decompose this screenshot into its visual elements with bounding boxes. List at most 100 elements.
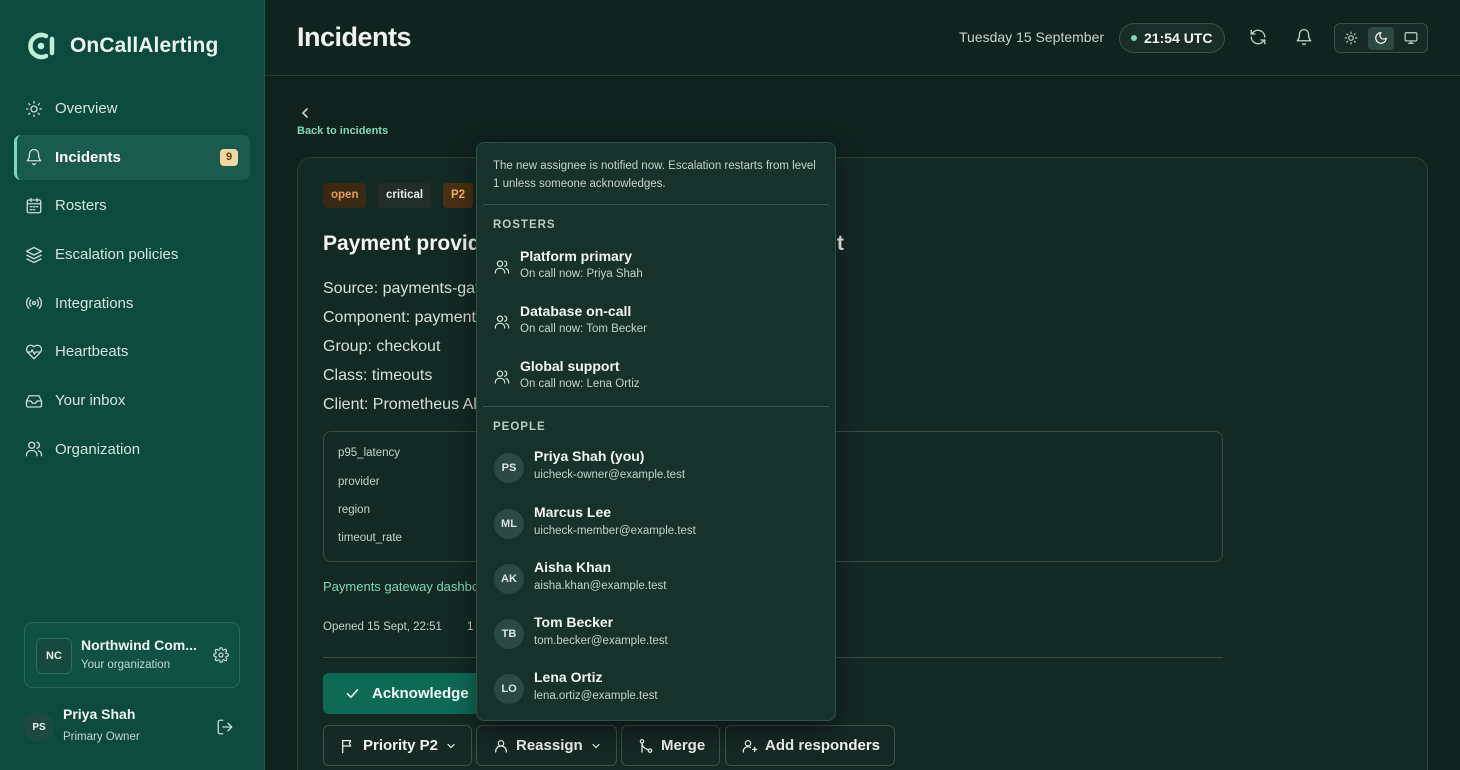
person-option[interactable]: TB Tom Becker tom.becker@example.test bbox=[483, 609, 829, 661]
merge-label: Merge bbox=[661, 737, 706, 754]
status-badge: open bbox=[323, 183, 367, 208]
user-role: Primary Owner bbox=[63, 731, 140, 743]
roster-option[interactable]: Database on-call On call now: Tom Becker bbox=[483, 298, 829, 348]
sidebar-item-label: Your inbox bbox=[55, 392, 126, 410]
field-key: region bbox=[338, 504, 370, 516]
org-switcher[interactable]: NC Northwind Com... Your organization bbox=[24, 622, 240, 688]
light-theme-icon[interactable] bbox=[1338, 27, 1365, 50]
live-dot-icon bbox=[1131, 35, 1137, 41]
user-icon bbox=[495, 739, 507, 753]
sidebar-item-label: Organization bbox=[55, 440, 141, 458]
sidebar-item-incidents[interactable]: Incidents 9 bbox=[14, 134, 250, 180]
sidebar-item-label: Integrations bbox=[55, 294, 134, 312]
dashboard-link[interactable]: Payments gateway dashbo bbox=[323, 579, 479, 594]
person-option[interactable]: LO Lena Ortiz lena.ortiz@example.test bbox=[483, 664, 829, 716]
merge-button[interactable]: Merge bbox=[621, 725, 721, 766]
top-header: Incidents Tuesday 15 September 21:54 UTC bbox=[265, 0, 1460, 76]
person-option[interactable]: AK Aisha Khan aisha.khan@example.test bbox=[483, 554, 829, 606]
sidebar-item-escalation-policies[interactable]: Escalation policies bbox=[14, 232, 250, 277]
sidebar-item-organization[interactable]: Organization bbox=[14, 427, 250, 472]
roster-oncall: On call now: Tom Becker bbox=[520, 323, 647, 335]
people-heading: PEOPLE bbox=[493, 421, 546, 433]
avatar: PS bbox=[24, 712, 54, 742]
avatar: ML bbox=[494, 509, 524, 539]
sidebar-item-label: Rosters bbox=[55, 197, 107, 215]
sidebar-item-integrations[interactable]: Integrations bbox=[14, 281, 250, 326]
incident-count-badge: 9 bbox=[220, 148, 238, 166]
person-name: Aisha Khan bbox=[534, 559, 612, 575]
priority-label: Priority P2 bbox=[363, 737, 439, 754]
acknowledge-button[interactable]: Acknowledge bbox=[323, 673, 483, 714]
opened-timestamp: Opened 15 Sept, 22:51 bbox=[323, 621, 442, 633]
org-avatar: NC bbox=[36, 638, 72, 674]
sidebar-item-overview[interactable]: Overview bbox=[14, 86, 250, 131]
roster-oncall: On call now: Lena Ortiz bbox=[520, 378, 640, 390]
utc-time: 21:54 UTC bbox=[1144, 30, 1213, 46]
org-subtitle: Your organization bbox=[81, 659, 171, 671]
chevron-left-icon[interactable] bbox=[299, 106, 311, 120]
logout-icon[interactable] bbox=[216, 718, 234, 736]
sidebar-item-heartbeats[interactable]: Heartbeats bbox=[14, 329, 250, 374]
flag-icon bbox=[342, 739, 352, 753]
layers-icon bbox=[24, 245, 44, 265]
incident-source: Source: payments-gat bbox=[323, 280, 480, 297]
person-email: lena.ortiz@example.test bbox=[534, 690, 658, 702]
calendar-icon bbox=[24, 196, 44, 216]
avatar: PS bbox=[494, 453, 524, 483]
users-icon bbox=[494, 314, 511, 331]
person-email: tom.becker@example.test bbox=[534, 635, 668, 647]
gear-icon[interactable] bbox=[213, 647, 229, 663]
field-key: provider bbox=[338, 476, 380, 488]
sun-icon bbox=[24, 99, 44, 119]
incident-group: Group: checkout bbox=[323, 338, 441, 355]
person-option[interactable]: PS Priya Shah (you) uicheck-owner@exampl… bbox=[483, 443, 829, 495]
incident-title: Payment provid bbox=[323, 232, 481, 255]
org-name: Northwind Com... bbox=[81, 637, 197, 653]
dark-theme-icon[interactable] bbox=[1367, 26, 1395, 50]
user-name: Priya Shah bbox=[63, 706, 136, 722]
sidebar-item-your-inbox[interactable]: Your inbox bbox=[14, 378, 250, 423]
person-option[interactable]: ML Marcus Lee uicheck-member@example.tes… bbox=[483, 499, 829, 551]
roster-option[interactable]: Platform primary On call now: Priya Shah bbox=[483, 243, 829, 293]
add-responders-label: Add responders bbox=[765, 737, 881, 754]
divider bbox=[483, 406, 829, 407]
chevron-down-icon bbox=[447, 743, 455, 748]
reassign-button[interactable]: Reassign bbox=[476, 725, 617, 766]
avatar: TB bbox=[494, 619, 524, 649]
person-email: aisha.khan@example.test bbox=[534, 580, 667, 592]
logo-icon bbox=[28, 32, 55, 60]
person-name: Lena Ortiz bbox=[534, 669, 603, 685]
person-name: Tom Becker bbox=[534, 614, 614, 630]
field-key: timeout_rate bbox=[338, 532, 402, 544]
notifications-bell-icon[interactable] bbox=[1295, 28, 1313, 46]
incident-class: Class: timeouts bbox=[323, 367, 433, 384]
utc-clock: 21:54 UTC bbox=[1119, 23, 1226, 53]
refresh-icon[interactable] bbox=[1249, 28, 1267, 46]
person-email: uicheck-owner@example.test bbox=[534, 469, 686, 481]
system-theme-icon[interactable] bbox=[1397, 27, 1424, 50]
severity-badge: critical bbox=[378, 183, 432, 208]
sidebar-item-label: Incidents bbox=[55, 148, 121, 166]
avatar: LO bbox=[494, 674, 524, 704]
add-responders-button[interactable]: Add responders bbox=[725, 725, 896, 766]
back-to-incidents-link[interactable]: Back to incidents bbox=[297, 125, 388, 137]
sidebar-item-rosters[interactable]: Rosters bbox=[14, 183, 250, 228]
reassign-label: Reassign bbox=[516, 737, 583, 754]
user-plus-icon bbox=[742, 739, 758, 753]
sidebar-item-label: Overview bbox=[55, 100, 118, 117]
brand[interactable]: OnCallAlerting bbox=[24, 30, 218, 62]
chevron-down-icon bbox=[592, 743, 600, 748]
roster-name: Global support bbox=[520, 358, 620, 374]
inbox-icon bbox=[24, 391, 44, 411]
roster-option[interactable]: Global support On call now: Lena Ortiz bbox=[483, 353, 829, 403]
person-email: uicheck-member@example.test bbox=[534, 525, 696, 537]
rosters-heading: ROSTERS bbox=[493, 219, 556, 231]
users-icon bbox=[494, 259, 511, 276]
sidebar-item-label: Heartbeats bbox=[55, 343, 129, 361]
incident-component: Component: payment bbox=[323, 309, 476, 326]
field-key: p95_latency bbox=[338, 447, 401, 459]
main-nav: Overview Incidents 9 Rosters Escalation … bbox=[14, 86, 250, 476]
priority-button[interactable]: Priority P2 bbox=[323, 725, 473, 766]
roster-name: Database on-call bbox=[520, 303, 632, 319]
reassign-note: The new assignee is notified now. Escala… bbox=[493, 160, 816, 190]
